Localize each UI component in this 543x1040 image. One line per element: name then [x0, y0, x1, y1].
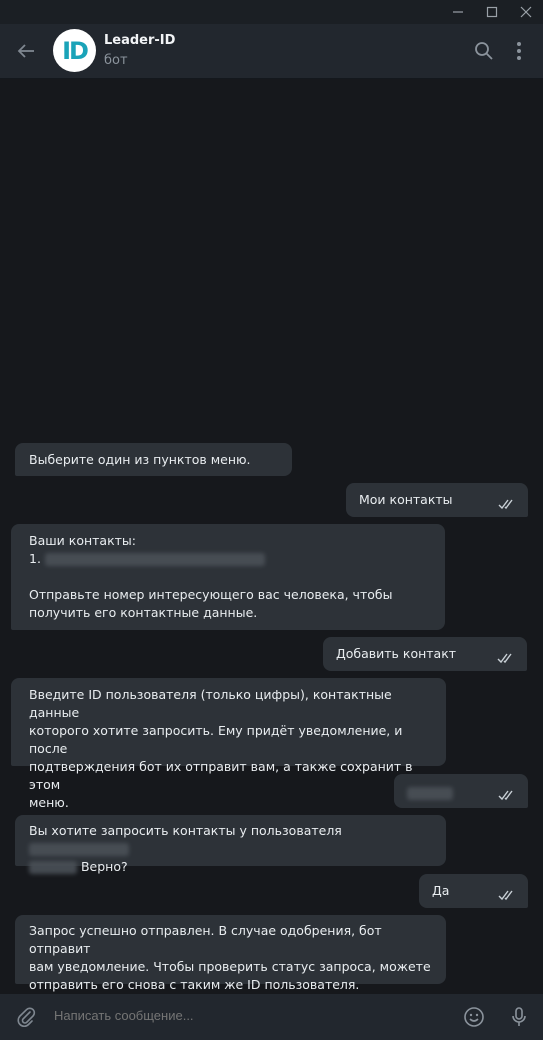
double-check-icon — [498, 499, 513, 510]
chat-title: Leader-ID — [104, 33, 176, 48]
message-composer — [0, 994, 543, 1040]
paperclip-icon — [17, 1007, 36, 1027]
more-menu-button[interactable] — [507, 39, 531, 63]
message-incoming: Введите ID пользователя (только цифры), … — [11, 678, 446, 810]
minimize-button[interactable] — [441, 0, 475, 24]
redacted-user-name — [29, 861, 77, 874]
message-line: Введите ID пользователя (только цифры), … — [29, 687, 392, 720]
close-icon — [520, 6, 532, 18]
emoji-button[interactable] — [462, 1005, 486, 1029]
message-outgoing: Добавить контакт — [323, 637, 527, 671]
message-line: которого хотите запросить. Ему придёт ув… — [29, 723, 403, 756]
message-list[interactable]: Выберите один из пунктов меню. Мои конта… — [0, 79, 543, 994]
double-check-icon — [497, 653, 512, 664]
avatar[interactable]: ID — [53, 29, 96, 72]
chat-subtitle: бот — [104, 53, 128, 68]
avatar-logo: ID — [62, 36, 89, 65]
back-button[interactable] — [14, 39, 38, 63]
close-button[interactable] — [509, 0, 543, 24]
message-line: вам уведомление. Чтобы проверить статус … — [29, 959, 431, 974]
message-incoming: Ваши контакты: 1. Отправьте номер интере… — [11, 524, 445, 630]
microphone-icon — [512, 1007, 526, 1026]
double-check-icon — [498, 890, 513, 901]
message-outgoing: Мои контакты — [346, 483, 528, 517]
chat-header: ID Leader-ID бот — [0, 24, 543, 79]
minimize-icon — [453, 11, 463, 13]
smiley-icon — [464, 1007, 484, 1027]
message-incoming: Вы хотите запросить контакты у пользоват… — [15, 815, 446, 874]
maximize-button[interactable] — [475, 0, 509, 24]
redacted-contact — [44, 553, 265, 566]
double-check-icon — [498, 790, 513, 801]
message-line: подтверждения бот их отправит вам, а так… — [29, 759, 413, 792]
message-line: 1. — [29, 551, 41, 566]
message-line: Верно? — [80, 859, 128, 874]
redacted-user-name — [29, 843, 129, 856]
message-incoming: Выберите один из пунктов меню. — [15, 443, 292, 476]
message-incoming: Запрос успешно отправлен. В случае одобр… — [15, 915, 446, 992]
window-titlebar — [0, 0, 543, 24]
message-outgoing — [394, 774, 528, 808]
message-text: Выберите один из пунктов меню. — [29, 452, 251, 467]
message-line: Ваши контакты: — [29, 533, 136, 548]
more-vertical-icon — [517, 42, 521, 60]
message-line: меню. — [29, 795, 69, 810]
message-text: Добавить контакт — [336, 646, 457, 661]
message-line: отправить его снова с таким же ID пользо… — [29, 977, 360, 992]
message-line: Запрос успешно отправлен. В случае одобр… — [29, 923, 382, 956]
redacted-user-id — [407, 787, 453, 800]
voice-record-button[interactable] — [507, 1005, 531, 1029]
arrow-left-icon — [17, 44, 34, 58]
search-button[interactable] — [472, 39, 496, 63]
maximize-icon — [486, 6, 498, 18]
message-line: Отправьте номер интересующего вас челове… — [29, 587, 393, 602]
search-icon — [475, 42, 493, 60]
message-text: Мои контакты — [359, 492, 453, 507]
message-outgoing: Да — [419, 874, 528, 908]
message-text: Да — [432, 883, 450, 898]
attach-button[interactable] — [14, 1005, 38, 1029]
message-line: Вы хотите запросить контакты у пользоват… — [29, 823, 342, 838]
message-input[interactable] — [52, 1007, 436, 1024]
message-line: получить его контактные данные. — [29, 605, 258, 620]
